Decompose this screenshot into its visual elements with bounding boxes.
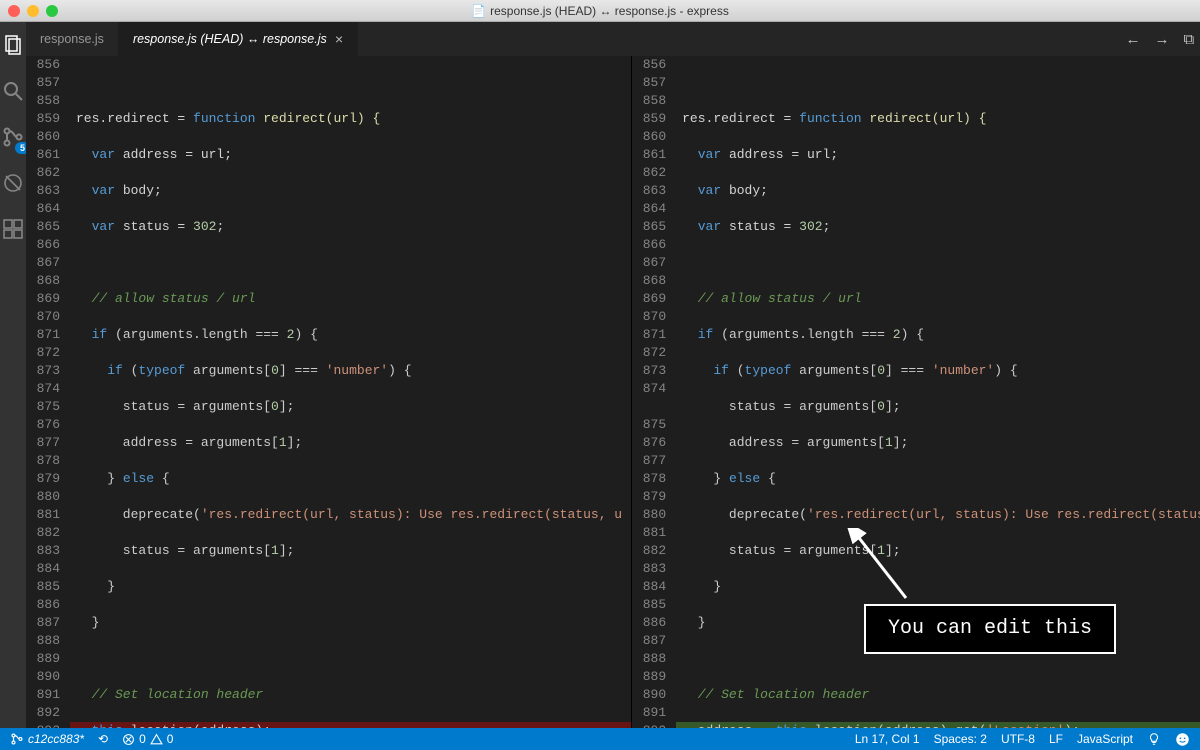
status-branch[interactable]: c12cc883* [10, 732, 84, 746]
maximize-window-button[interactable] [46, 5, 58, 17]
window-title: response.js (HEAD) ↔ response.js - expre… [490, 4, 729, 18]
activity-bar: 5 [0, 22, 26, 728]
status-bar: c12cc883* ⟲ 0 0 Ln 17, Col 1 Spaces: 2 U… [0, 728, 1200, 750]
status-encoding[interactable]: UTF-8 [1001, 732, 1035, 746]
titlebar-file-icon: 📄 [471, 4, 486, 18]
diff-editor: 8568578588598608618628638648658668678688… [26, 56, 1200, 728]
annotation-callout: You can edit this [864, 604, 1116, 654]
status-spaces[interactable]: Spaces: 2 [934, 732, 987, 746]
annotation-arrow [846, 528, 926, 608]
search-icon[interactable] [0, 78, 26, 104]
status-language[interactable]: JavaScript [1077, 732, 1133, 746]
status-feedback-icon[interactable] [1175, 732, 1190, 747]
line-gutter-right: 8568578588598608618628638648658668678688… [632, 56, 676, 728]
tab-label: response.js (HEAD) ↔ response.js [133, 32, 327, 46]
tab-response-js[interactable]: response.js [26, 22, 119, 56]
editor-actions: ← → ⧉ ⋯ [1112, 22, 1200, 56]
status-sync-icon[interactable]: ⟲ [98, 732, 108, 746]
line-gutter-left: 8568578588598608618628638648658668678688… [26, 56, 70, 728]
explorer-icon[interactable] [0, 32, 26, 58]
minimize-window-button[interactable] [27, 5, 39, 17]
status-problems[interactable]: 0 0 [122, 732, 173, 746]
status-eol[interactable]: LF [1049, 732, 1063, 746]
window-titlebar: 📄 response.js (HEAD) ↔ response.js - exp… [0, 0, 1200, 22]
diff-original-pane[interactable]: 8568578588598608618628638648658668678688… [26, 56, 632, 728]
code-left: res.redirect = function redirect(url) { … [70, 56, 631, 728]
window-controls [8, 5, 58, 17]
source-control-icon[interactable]: 5 [0, 124, 26, 150]
editor-tabs: response.js response.js (HEAD) ↔ respons… [26, 22, 1200, 56]
annotation-text: You can edit this [888, 617, 1092, 640]
split-editor-icon[interactable]: ⧉ [1184, 31, 1195, 48]
debug-icon[interactable] [0, 170, 26, 196]
close-window-button[interactable] [8, 5, 20, 17]
nav-forward-icon[interactable]: → [1155, 31, 1170, 48]
tab-diff-response-js[interactable]: response.js (HEAD) ↔ response.js × [119, 22, 358, 56]
status-lightbulb-icon[interactable] [1147, 732, 1161, 746]
extensions-icon[interactable] [0, 216, 26, 242]
status-lncol[interactable]: Ln 17, Col 1 [855, 732, 920, 746]
nav-back-icon[interactable]: ← [1126, 31, 1141, 48]
tab-label: response.js [40, 32, 104, 46]
close-tab-icon[interactable]: × [335, 31, 343, 47]
